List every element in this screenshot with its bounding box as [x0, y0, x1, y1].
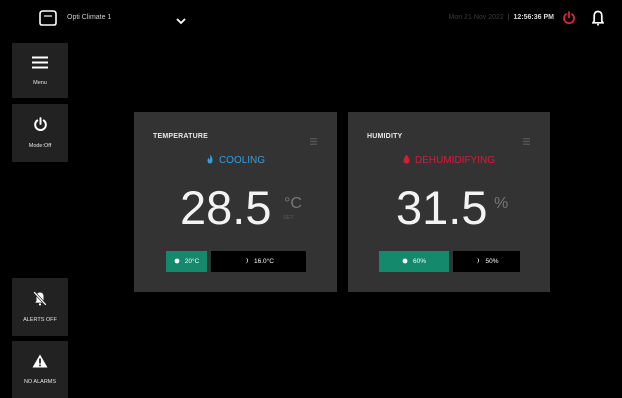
alerts-label: ALERTS OFF: [23, 317, 57, 323]
temperature-unit-sub: SET: [283, 215, 294, 221]
alarms-button[interactable]: NO ALARMS: [12, 341, 68, 398]
temperature-title: TEMPERATURE: [153, 133, 208, 140]
date-time-separator: |: [507, 14, 510, 21]
moon-icon: [243, 257, 249, 266]
temperature-status: COOLING: [134, 154, 337, 167]
temperature-night-setpoint[interactable]: 16.0°C: [211, 251, 306, 272]
temperature-day-setpoint[interactable]: 20°C: [166, 251, 207, 272]
current-date: Mon 21 Nov 2022: [448, 14, 504, 21]
menu-icon[interactable]: [523, 132, 530, 150]
humidity-unit: %: [494, 195, 509, 212]
menu-icon: [32, 56, 48, 74]
alert-bell-icon[interactable]: [591, 10, 605, 31]
mode-label: Mode:Off: [28, 143, 52, 149]
humidity-title: HUMIDITY: [367, 133, 403, 140]
temperature-unit: °C: [284, 195, 302, 212]
drop-icon: [403, 154, 410, 167]
bell-off-icon: [33, 291, 47, 311]
humidity-day-setpoint-value: 60%: [412, 258, 426, 265]
temperature-card[interactable]: TEMPERATURE COOLING 28.5 °C SET 20°C 16.…: [134, 112, 337, 292]
current-time: 12:56:36 PM: [513, 14, 554, 21]
device-icon: [38, 10, 58, 31]
humidity-day-setpoint[interactable]: 60%: [379, 251, 449, 272]
fire-icon: [206, 154, 214, 167]
menu-label: Menu: [33, 79, 47, 86]
temperature-reading: 28.5: [180, 181, 272, 234]
power-icon[interactable]: [562, 11, 576, 30]
top-bar: Opti Climate 1 Mon 21 Nov 2022 | 12:56:3…: [0, 0, 622, 40]
humidity-card[interactable]: HUMIDITY DEHUMIDIFYING 31.5 % 60% 50%: [348, 112, 550, 292]
humidity-night-setpoint[interactable]: 50%: [453, 251, 520, 272]
temperature-day-setpoint-value: 20°C: [184, 258, 200, 265]
menu-button[interactable]: Menu: [12, 43, 68, 98]
mode-button[interactable]: Mode:Off: [12, 104, 68, 162]
humidity-night-setpoint-value: 50%: [485, 258, 499, 265]
temperature-night-setpoint-value: 16.0°C: [254, 258, 274, 265]
power-mode-icon: [33, 117, 48, 137]
sun-icon: [174, 258, 180, 266]
humidity-status: DEHUMIDIFYING: [348, 154, 550, 167]
chevron-down-icon[interactable]: [176, 12, 186, 30]
sun-icon: [402, 258, 408, 266]
alerts-button[interactable]: ALERTS OFF: [12, 278, 68, 336]
moon-icon: [474, 257, 480, 266]
humidity-reading: 31.5: [396, 181, 488, 234]
temperature-status-label: COOLING: [218, 155, 266, 167]
menu-icon[interactable]: [310, 132, 317, 150]
date-time: Mon 21 Nov 2022 | 12:56:36 PM: [449, 14, 554, 21]
warning-icon: [32, 354, 48, 373]
device-name[interactable]: Opti Climate 1: [67, 14, 111, 21]
humidity-status-label: DEHUMIDIFYING: [415, 155, 495, 167]
alarms-label: NO ALARMS: [23, 379, 57, 385]
